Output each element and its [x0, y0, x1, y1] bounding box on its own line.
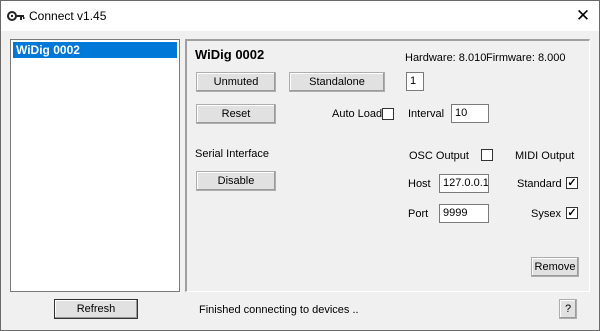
device-list[interactable]: WiDig 0002 — [10, 39, 180, 292]
osc-output-label: OSC Output — [409, 150, 469, 162]
refresh-button[interactable]: Refresh — [54, 299, 138, 319]
osc-output-checkbox[interactable] — [481, 149, 493, 161]
status-text: Finished connecting to devices .. — [199, 304, 359, 316]
sysex-checkbox[interactable]: ✓ — [566, 207, 578, 219]
auto-load-checkbox[interactable] — [382, 108, 394, 120]
port-field[interactable]: 9999 — [439, 204, 489, 223]
standalone-button[interactable]: Standalone — [289, 72, 385, 92]
interval-label: Interval — [408, 108, 445, 120]
interval-field[interactable]: 10 — [451, 104, 489, 123]
check-icon: ✓ — [567, 207, 577, 219]
hardware-version: Hardware: 8.010 — [405, 52, 487, 64]
serial-disable-button[interactable]: Disable — [196, 171, 276, 191]
close-icon: ✕ — [575, 5, 591, 25]
mode-value-field[interactable]: 1 — [406, 72, 424, 91]
device-list-item[interactable]: WiDig 0002 — [13, 42, 177, 58]
firmware-version: Firmware: 8.000 — [486, 52, 566, 64]
help-button[interactable]: ? — [559, 299, 577, 319]
sysex-label: Sysex — [531, 208, 561, 220]
auto-load-label: Auto Load — [332, 108, 383, 120]
connect-window: Connect v1.45 ✕ WiDig 0002 WiDig 0002 Ha… — [0, 0, 600, 331]
host-field[interactable]: 127.0.0.1 — [439, 174, 489, 193]
reset-button[interactable]: Reset — [196, 104, 276, 124]
key-icon — [7, 11, 25, 21]
remove-button[interactable]: Remove — [531, 257, 579, 277]
check-icon: ✓ — [567, 177, 577, 189]
port-label: Port — [408, 208, 429, 220]
standard-checkbox[interactable]: ✓ — [566, 177, 578, 189]
title-bar: Connect v1.45 ✕ — [1, 1, 599, 31]
standard-label: Standard — [517, 178, 562, 190]
device-detail-panel: WiDig 0002 Hardware: 8.010 Firmware: 8.0… — [185, 39, 590, 292]
serial-interface-label: Serial Interface — [195, 148, 269, 160]
mute-button[interactable]: Unmuted — [196, 72, 276, 92]
midi-output-label: MIDI Output — [515, 150, 575, 162]
device-name: WiDig 0002 — [195, 47, 265, 62]
host-label: Host — [408, 178, 431, 190]
window-title: Connect v1.45 — [29, 9, 107, 23]
close-button[interactable]: ✕ — [567, 1, 599, 30]
